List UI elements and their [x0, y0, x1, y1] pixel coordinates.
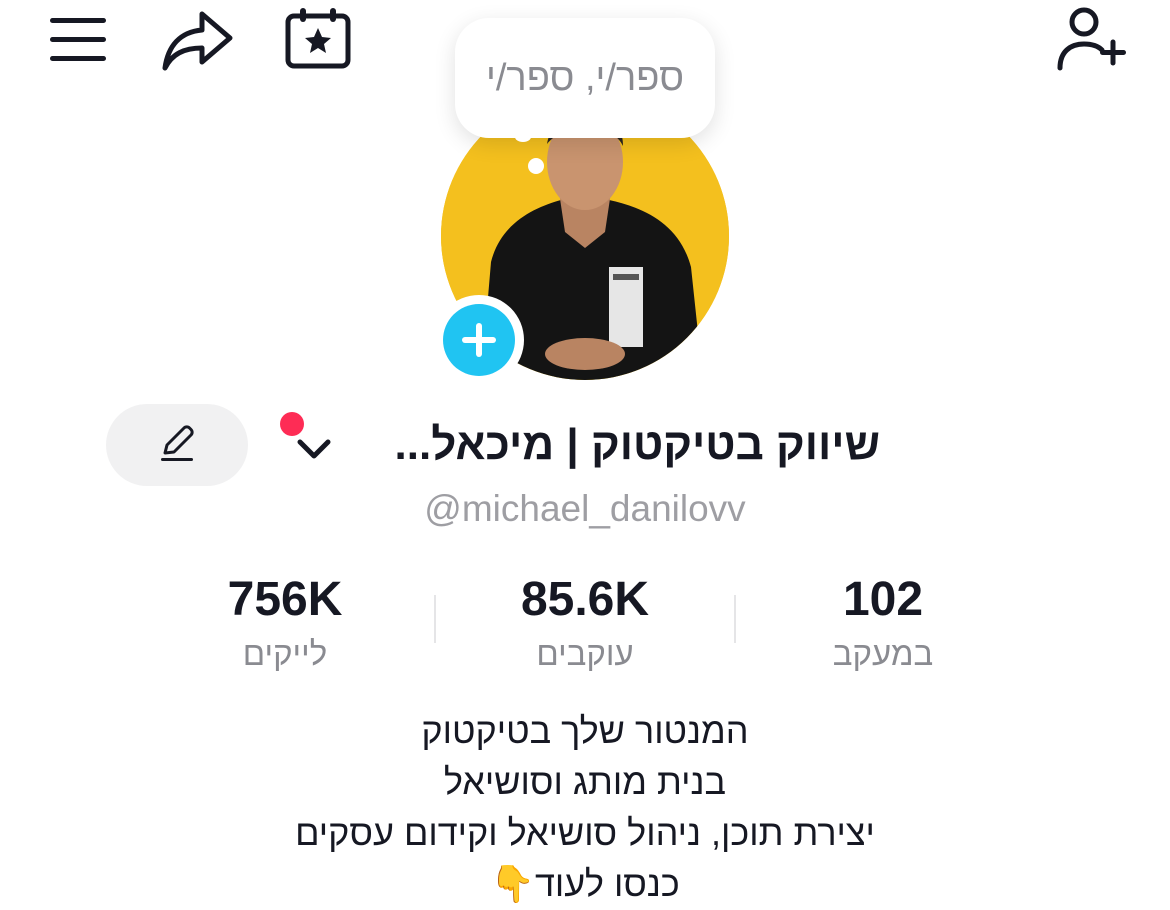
following-count: 102	[842, 573, 924, 626]
note-bubble[interactable]: ספר/י, ספר/י	[455, 18, 715, 138]
share-arrow-icon[interactable]	[160, 8, 236, 72]
following-label: במעקב	[832, 635, 934, 672]
likes-count: 756K	[227, 573, 343, 626]
followers-count: 85.6K	[520, 573, 650, 626]
note-bubble-tail	[515, 132, 531, 142]
account-switcher-dropdown[interactable]	[280, 412, 340, 472]
likes-label: לייקים	[242, 635, 328, 672]
calendar-star-icon[interactable]	[284, 6, 352, 70]
notification-dot	[280, 412, 304, 436]
stat-likes[interactable]: 756K לייקים	[135, 572, 435, 676]
note-bubble-tail-dot	[528, 158, 544, 174]
edit-profile-button[interactable]	[106, 404, 248, 486]
plus-icon	[443, 304, 515, 376]
bio-line: בנית מותג וסושיאל	[443, 761, 727, 802]
stat-followers[interactable]: 85.6K עוקבים	[435, 572, 735, 676]
add-person-icon[interactable]	[1054, 6, 1130, 72]
stat-following[interactable]: 102 במעקב	[733, 572, 1033, 676]
note-text: ספר/י, ספר/י	[485, 56, 684, 99]
bio-line: המנטור שלך בטיקטוק	[421, 710, 749, 751]
display-name[interactable]: שיווק בטיקטוק | מיכאל...	[350, 420, 880, 480]
chevron-down-icon	[294, 434, 334, 467]
followers-label: עוקבים	[536, 635, 634, 672]
bio-line: כנסו לעוד👇	[490, 863, 680, 904]
hamburger-menu-icon[interactable]	[48, 16, 108, 64]
bio-line: יצירת תוכן, ניהול סושיאל וקידום עסקים	[295, 812, 875, 853]
pencil-icon	[157, 423, 197, 468]
bio[interactable]: המנטור שלך בטיקטוק בנית מותג וסושיאל יצי…	[200, 705, 970, 909]
add-story-button[interactable]	[434, 295, 524, 385]
username: @michael_danilovv	[424, 488, 746, 529]
